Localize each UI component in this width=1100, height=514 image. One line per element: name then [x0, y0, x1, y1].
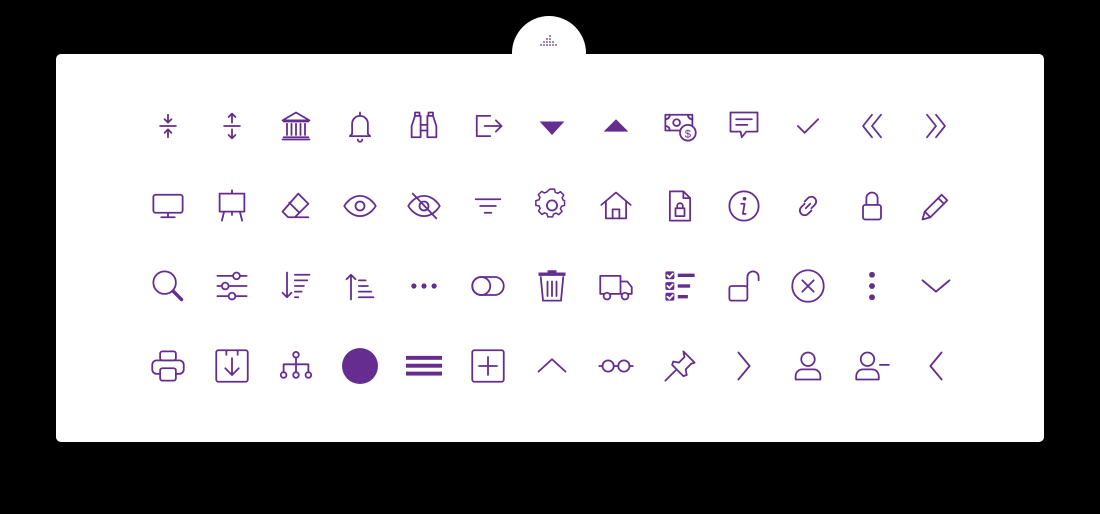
check-icon: [788, 106, 828, 146]
unlock-icon: [724, 266, 764, 306]
eye-slash-icon: [404, 186, 444, 226]
expand-vertical-icon: [212, 106, 252, 146]
svg-text:$: $: [685, 128, 692, 140]
lock-icon: [852, 186, 892, 226]
filter-icon: [468, 186, 508, 226]
bars-icon: [404, 346, 444, 386]
hierarchy-icon: [276, 346, 316, 386]
double-chevron-right-icon: [916, 106, 956, 146]
eye-icon: [340, 186, 380, 226]
pin-icon: [660, 346, 700, 386]
more-vertical-icon: [852, 266, 892, 306]
easel-icon: [212, 186, 252, 226]
sort-down-icon: [276, 266, 316, 306]
double-chevron-left-icon: [852, 106, 892, 146]
monitor-icon: [148, 186, 188, 226]
user-icon: [788, 346, 828, 386]
caret-down-icon: [532, 106, 572, 146]
info-icon: [724, 186, 764, 226]
compress-vertical-icon: [148, 106, 188, 146]
icon-grid-card: $: [56, 54, 1044, 442]
chevron-down-icon: [916, 266, 956, 306]
file-lock-icon: [660, 186, 700, 226]
bell-icon: [340, 106, 380, 146]
caret-up-icon: [596, 106, 636, 146]
chevron-left-icon: [916, 346, 956, 386]
link-icon: [788, 186, 828, 226]
binoculars-icon: [404, 106, 444, 146]
ellipsis-icon: [404, 266, 444, 306]
sliders-icon: [212, 266, 252, 306]
user-minus-icon: [852, 346, 892, 386]
filled-circle-icon: [340, 346, 380, 386]
eraser-icon: [276, 186, 316, 226]
gear-icon: [532, 186, 572, 226]
sign-out-icon: [468, 106, 508, 146]
chevron-up-icon: [532, 346, 572, 386]
home-icon: [596, 186, 636, 226]
money-bill-icon: $: [660, 106, 700, 146]
pencil-icon: [916, 186, 956, 226]
truck-icon: [596, 266, 636, 306]
download-box-icon: [212, 346, 252, 386]
chevron-right-icon: [724, 346, 764, 386]
circle-x-icon: [788, 266, 828, 306]
comment-icon: [724, 106, 764, 146]
equalizer-logo: [540, 35, 557, 46]
bank-icon: [276, 106, 316, 146]
toggle-icon: [468, 266, 508, 306]
search-icon: [148, 266, 188, 306]
sort-up-icon: [340, 266, 380, 306]
glasses-icon: [596, 346, 636, 386]
checklist-icon: [660, 266, 700, 306]
plus-square-icon: [468, 346, 508, 386]
printer-icon: [148, 346, 188, 386]
trash-icon: [532, 266, 572, 306]
